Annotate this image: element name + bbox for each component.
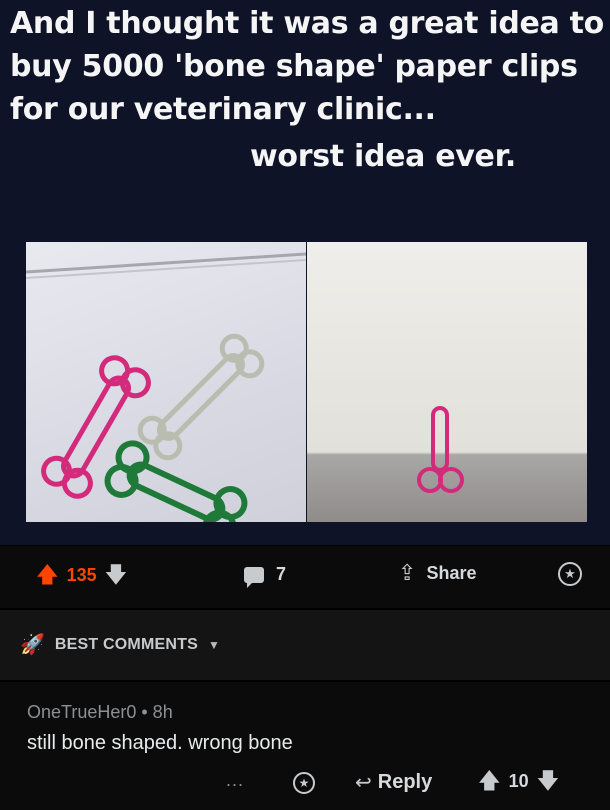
share-button[interactable]: ⇪ Share (398, 562, 476, 584)
caption-tail: worst idea ever. (250, 139, 516, 174)
post-vote: 🡅 135 🡇 (36, 564, 127, 586)
sort-dropdown[interactable]: 🚀 BEST COMMENTS ▼ (20, 635, 220, 655)
arrow-up-icon[interactable]: 🡅 (36, 564, 59, 586)
caption-line: for our veterinary clinic... (10, 92, 436, 127)
meme-caption: And I thought it was a great idea to buy… (10, 2, 604, 178)
award-icon[interactable]: ★ (293, 772, 315, 794)
chevron-down-icon: ▼ (207, 638, 220, 652)
comment-vote: 🡅 10 🡇 (478, 770, 559, 792)
comment-score: 10 (508, 770, 529, 791)
post-image[interactable]: And I thought it was a great idea to buy… (0, 0, 610, 545)
rocket-icon: 🚀 (20, 634, 45, 656)
share-label: Share (426, 562, 477, 583)
caption-line: buy 5000 'bone shape' paper clips (10, 49, 578, 84)
reply-button[interactable]: ↩ Reply (355, 770, 432, 795)
comment-icon (244, 566, 264, 588)
single-clip-illustration (417, 406, 464, 493)
reply-label: Reply (377, 771, 433, 793)
bone-clips-illustration (25, 252, 307, 544)
reply-icon: ↩ (355, 772, 372, 794)
arrow-up-icon[interactable]: 🡅 (478, 770, 501, 792)
comment-item: OneTrueHer0 • 8h still bone shaped. wron… (0, 682, 610, 810)
post-score: 135 (66, 564, 97, 585)
comment-sort-bar[interactable]: 🚀 BEST COMMENTS ▼ (0, 610, 610, 680)
caption-line: And I thought it was a great idea to (10, 6, 604, 41)
comment-count: 7 (276, 564, 287, 584)
photo-single-clip (307, 242, 587, 522)
more-icon[interactable]: ... (226, 770, 244, 791)
award-icon[interactable]: ★ (558, 562, 582, 586)
comments-button[interactable]: 7 (244, 564, 287, 588)
comment-actions: ... ★ ↩ Reply 🡅 10 🡇 (0, 770, 610, 800)
share-icon: ⇪ (398, 560, 417, 585)
sort-label: BEST COMMENTS (54, 636, 198, 653)
comment-meta: OneTrueHer0 • 8h (27, 702, 173, 722)
photo-bone-clips (25, 242, 307, 544)
comment-body: still bone shaped. wrong bone (27, 732, 293, 754)
post-action-bar: 🡅 135 🡇 7 ⇪ Share ★ (0, 546, 610, 608)
arrow-down-icon[interactable]: 🡇 (105, 564, 128, 586)
arrow-down-icon[interactable]: 🡇 (537, 770, 560, 792)
